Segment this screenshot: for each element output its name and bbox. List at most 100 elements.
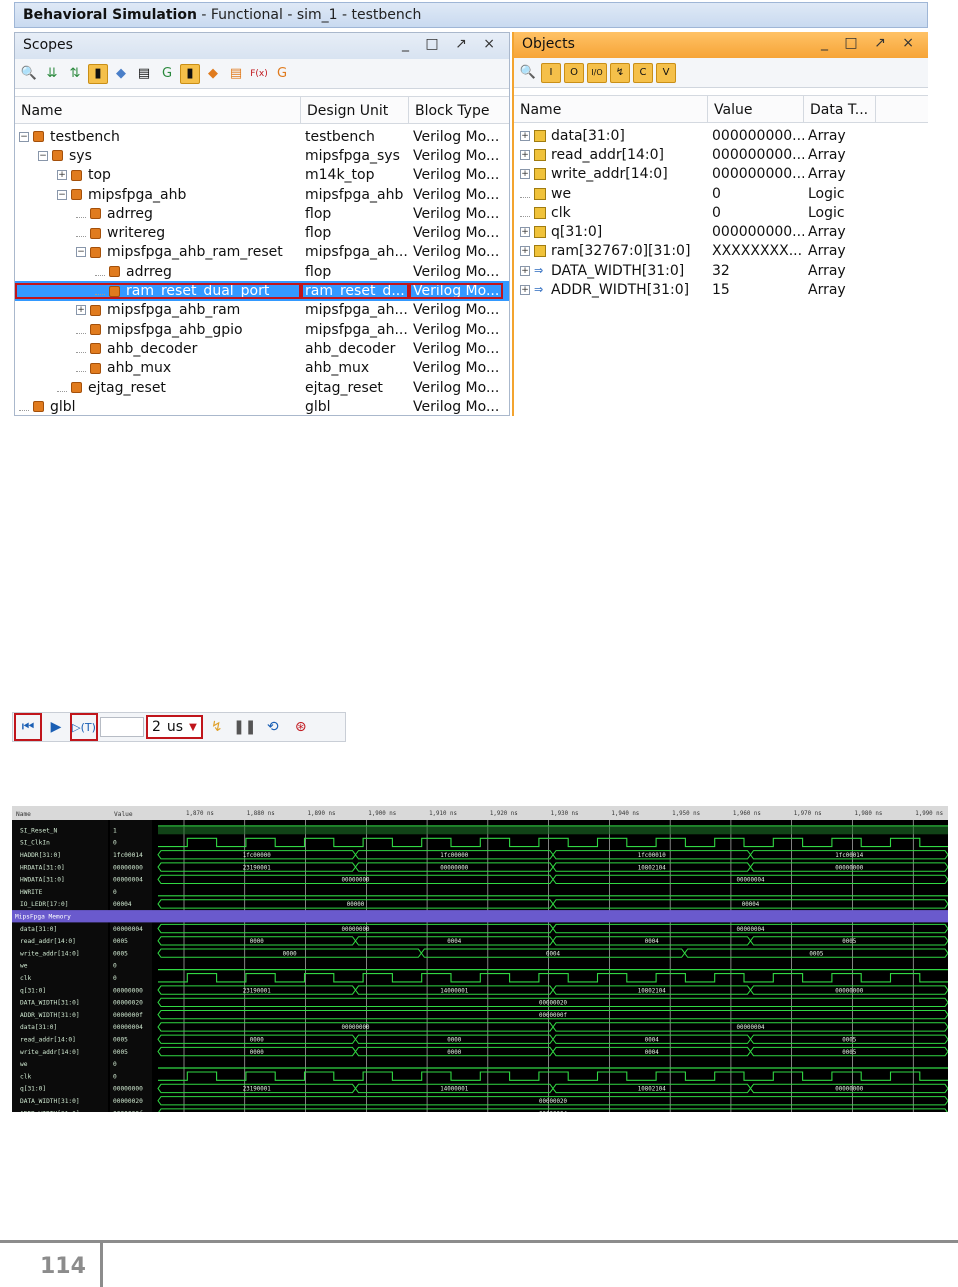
expand-icon[interactable]: + bbox=[520, 130, 530, 141]
expand-icon[interactable]: + bbox=[520, 227, 530, 238]
collapse-icon[interactable]: − bbox=[19, 131, 29, 142]
objects-col-value[interactable]: Value bbox=[708, 96, 804, 122]
object-row[interactable]: + data[31:0] 000000000... Array bbox=[514, 126, 928, 145]
collapse-icon[interactable]: − bbox=[57, 189, 67, 200]
scope-name-cell[interactable]: ahb_decoder bbox=[15, 341, 301, 357]
object-row[interactable]: + ⇒ ADDR_WIDTH[31:0] 15 Array bbox=[514, 280, 928, 299]
search-icon[interactable]: 🔍 bbox=[518, 63, 538, 83]
expand-icon[interactable]: + bbox=[520, 285, 530, 296]
scope-name-cell[interactable]: adrreg bbox=[15, 206, 301, 222]
run-all-icon[interactable]: ▶ bbox=[44, 715, 68, 739]
scope-name-cell[interactable]: mipsfpga_ahb_gpio bbox=[15, 322, 301, 338]
objects-col-name[interactable]: Name bbox=[514, 96, 708, 122]
scope-row[interactable]: − sys mipsfpga_sys Verilog Mo... bbox=[15, 146, 509, 165]
scope-row[interactable]: adrreg flop Verilog Mo... bbox=[15, 204, 509, 223]
object-name-cell[interactable]: + read_addr[14:0] bbox=[514, 147, 708, 163]
object-name-cell[interactable]: + ⇒ ADDR_WIDTH[31:0] bbox=[514, 282, 708, 298]
collapse-icon[interactable]: − bbox=[38, 150, 48, 161]
expand-all-icon[interactable]: ⇅ bbox=[65, 64, 85, 84]
run-time-input[interactable] bbox=[100, 717, 144, 737]
scope-row[interactable]: ahb_mux ahb_mux Verilog Mo... bbox=[15, 359, 509, 378]
input-filter-icon[interactable]: I bbox=[541, 62, 561, 83]
inout-filter-icon[interactable]: I/O bbox=[587, 62, 607, 83]
scope-name-cell[interactable]: ram_reset_dual_port bbox=[15, 283, 301, 300]
output-filter-icon[interactable]: O bbox=[564, 62, 584, 83]
scope-name-cell[interactable]: ahb_mux bbox=[15, 360, 301, 376]
scope-row[interactable]: mipsfpga_ahb_gpio mipsfpga_ah... Verilog M… bbox=[15, 320, 509, 339]
step-icon[interactable]: ↯ bbox=[205, 715, 229, 739]
expand-icon[interactable]: + bbox=[520, 169, 530, 180]
wave-divider-row[interactable] bbox=[12, 910, 948, 923]
scope-row[interactable]: − mipsfpga_ahb mipsfpga_ahb Verilog Mo... bbox=[15, 185, 509, 204]
object-row[interactable]: + ⇒ DATA_WIDTH[31:0] 32 Array bbox=[514, 261, 928, 280]
expand-icon[interactable]: + bbox=[520, 265, 530, 276]
scope-name-cell[interactable]: − sys bbox=[15, 148, 301, 164]
scopes-col-name[interactable]: Name bbox=[15, 97, 301, 123]
expand-icon[interactable]: + bbox=[520, 246, 530, 257]
waveform-viewer[interactable]: Name Value 1,870 ns 1,880 ns 1,890 ns 1,900 n… bbox=[12, 806, 948, 1112]
relaunch-icon[interactable]: ⟲ bbox=[261, 715, 285, 739]
object-name-cell[interactable]: + ram[32767:0][31:0] bbox=[514, 243, 708, 259]
variable-filter-icon[interactable]: V bbox=[656, 62, 676, 83]
object-name-cell[interactable]: clk bbox=[514, 205, 708, 221]
package-filter-icon[interactable]: ◆ bbox=[111, 64, 131, 84]
wave-plot-area[interactable] bbox=[158, 806, 948, 1112]
scope-row[interactable]: glbl glbl Verilog Mo... bbox=[15, 397, 509, 415]
generate-filter-icon[interactable]: G bbox=[272, 64, 292, 84]
scope-row[interactable]: + mipsfpga_ahb_ram mipsfpga_ah... Verilog M… bbox=[15, 301, 509, 320]
restart-icon[interactable]: ⏮ bbox=[14, 713, 42, 741]
object-row[interactable]: + read_addr[14:0] 000000000... Array bbox=[514, 145, 928, 164]
time-unit-select[interactable]: 2 us ▼ bbox=[146, 715, 203, 739]
internal-filter-icon[interactable]: ↯ bbox=[610, 62, 630, 83]
object-row[interactable]: + ram[32767:0][31:0] XXXXXXXX... Array bbox=[514, 242, 928, 261]
waveform-canvas[interactable]: Name Value 1,870 ns 1,880 ns 1,890 ns 1,900 n… bbox=[12, 806, 948, 1112]
object-row[interactable]: + q[31:0] 000000000... Array bbox=[514, 222, 928, 241]
collapse-all-icon[interactable]: ⇊ bbox=[42, 64, 62, 84]
function-filter-icon[interactable]: G bbox=[157, 64, 177, 84]
scope-name-cell[interactable]: adrreg bbox=[15, 264, 301, 280]
scope-name-cell[interactable]: ejtag_reset bbox=[15, 380, 301, 396]
expand-icon[interactable]: + bbox=[520, 149, 530, 160]
collapse-icon[interactable]: − bbox=[76, 247, 86, 258]
object-name-cell[interactable]: + ⇒ DATA_WIDTH[31:0] bbox=[514, 263, 708, 279]
scope-name-cell[interactable]: writereg bbox=[15, 225, 301, 241]
fx-filter-icon[interactable]: F(x) bbox=[249, 64, 269, 84]
scope-name-cell[interactable]: − testbench bbox=[15, 129, 301, 145]
scope-row[interactable]: writereg flop Verilog Mo... bbox=[15, 223, 509, 242]
scopes-col-block-type[interactable]: Block Type bbox=[409, 97, 509, 123]
scope-name-cell[interactable]: + mipsfpga_ahb_ram bbox=[15, 302, 301, 318]
scope-row[interactable]: − testbench testbench Verilog Mo... bbox=[15, 127, 509, 146]
block-filter-icon[interactable]: ◆ bbox=[203, 64, 223, 84]
instance-filter-icon[interactable]: ▮ bbox=[180, 63, 200, 84]
scopes-window-controls[interactable]: _ □ ↗ × bbox=[402, 36, 501, 52]
break-icon[interactable]: ❚❚ bbox=[233, 715, 257, 739]
objects-window-controls[interactable]: _ □ ↗ × bbox=[821, 35, 920, 51]
scope-name-cell[interactable]: + top bbox=[15, 167, 301, 183]
constant-filter-icon[interactable]: C bbox=[633, 62, 653, 83]
objects-col-data-type[interactable]: Data T... bbox=[804, 96, 876, 122]
module-filter-icon[interactable]: ▮ bbox=[88, 63, 108, 84]
scope-row[interactable]: ejtag_reset ejtag_reset Verilog Mo... bbox=[15, 378, 509, 397]
process-filter-icon[interactable]: ▤ bbox=[226, 64, 246, 84]
scope-name-cell[interactable]: − mipsfpga_ahb bbox=[15, 187, 301, 203]
object-row[interactable]: + write_addr[14:0] 000000000... Array bbox=[514, 165, 928, 184]
scope-name-cell[interactable]: glbl bbox=[15, 399, 301, 415]
run-for-time-icon[interactable]: ▷(T) bbox=[70, 713, 98, 741]
object-name-cell[interactable]: + data[31:0] bbox=[514, 128, 708, 144]
scopes-col-design-unit[interactable]: Design Unit bbox=[301, 97, 409, 123]
scope-name-cell[interactable]: − mipsfpga_ahb_ram_reset bbox=[15, 244, 301, 260]
object-name-cell[interactable]: we bbox=[514, 186, 708, 202]
expand-icon[interactable]: + bbox=[57, 170, 67, 181]
task-filter-icon[interactable]: ▤ bbox=[134, 64, 154, 84]
close-simulation-icon[interactable]: ⊛ bbox=[289, 715, 313, 739]
scope-row[interactable]: + top m14k_top Verilog Mo... bbox=[15, 166, 509, 185]
scope-row[interactable]: ahb_decoder ahb_decoder Verilog Mo... bbox=[15, 339, 509, 358]
object-row[interactable]: clk 0 Logic bbox=[514, 203, 928, 222]
expand-icon[interactable]: + bbox=[76, 305, 86, 316]
scope-row[interactable]: adrreg flop Verilog Mo... bbox=[15, 262, 509, 281]
scope-row[interactable]: − mipsfpga_ahb_ram_reset mipsfpga_ah... Ver… bbox=[15, 243, 509, 262]
object-row[interactable]: we 0 Logic bbox=[514, 184, 928, 203]
search-icon[interactable]: 🔍 bbox=[19, 64, 39, 84]
scope-row[interactable]: ram_reset_dual_port ram_reset_d... Verilog… bbox=[15, 281, 509, 301]
object-name-cell[interactable]: + write_addr[14:0] bbox=[514, 166, 708, 182]
